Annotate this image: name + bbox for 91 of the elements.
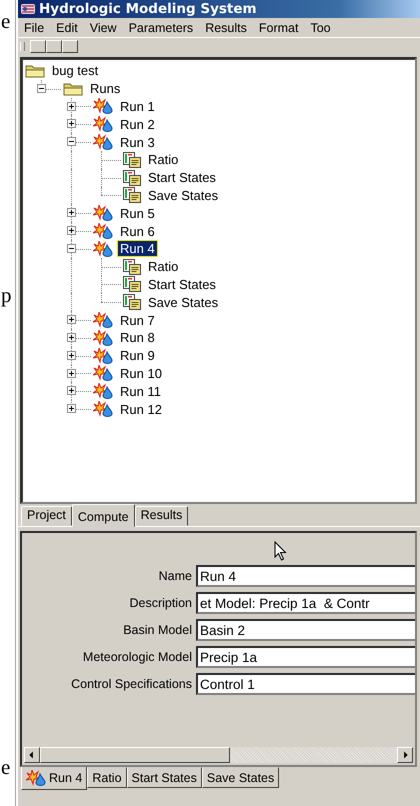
text-field[interactable]: Run 4: [196, 565, 415, 587]
text-field[interactable]: Control 1: [196, 673, 415, 695]
text-field[interactable]: et Model: Precip 1a & Contr: [196, 592, 415, 614]
horizontal-scrollbar[interactable]: [24, 747, 413, 763]
field-label: Basin Model: [122, 622, 192, 639]
burst-and-drop-icon: [93, 205, 113, 222]
tree-item[interactable]: Start States: [145, 169, 219, 186]
menu-item[interactable]: Format: [252, 20, 304, 34]
burst-and-drop-icon: [93, 116, 113, 132]
tree-item[interactable]: Run 3: [117, 134, 158, 151]
tree-item[interactable]: Run 6: [117, 222, 158, 240]
tab[interactable]: Results: [134, 506, 188, 526]
document-icon: [123, 152, 141, 168]
scrollbar-thumb[interactable]: [40, 747, 230, 763]
tab[interactable]: Ratio: [87, 767, 127, 788]
tab[interactable]: Save States: [202, 767, 280, 788]
document-icon: [123, 187, 141, 204]
burst-and-drop-icon: [93, 383, 113, 400]
expand-toggle[interactable]: [67, 226, 76, 236]
menu-item[interactable]: Parameters: [122, 20, 200, 34]
tree-item[interactable]: Save States: [145, 186, 222, 204]
tree-item[interactable]: Run 7: [117, 312, 158, 329]
expand-toggle[interactable]: [67, 350, 76, 360]
app-icon: [20, 2, 36, 16]
menu-item[interactable]: File: [18, 20, 50, 34]
menu-item[interactable]: Results: [199, 20, 253, 34]
tree-item[interactable]: Runs: [87, 80, 124, 98]
expand-toggle[interactable]: [67, 368, 76, 378]
folder-icon: [25, 64, 45, 78]
window-title: Hydrologic Modeling System: [39, 1, 257, 17]
menu-item[interactable]: Edit: [50, 20, 84, 34]
tree-item[interactable]: Run 9: [117, 347, 158, 364]
document-icon: [123, 276, 141, 292]
tree-item[interactable]: Run 2: [117, 116, 158, 133]
tree-item[interactable]: Run 12: [117, 400, 165, 418]
document-icon: [123, 170, 141, 186]
tree-item[interactable]: Run 11: [117, 382, 164, 400]
burst-and-drop-icon: [93, 401, 113, 418]
burst-and-drop-icon: [93, 98, 113, 114]
document-text-fragment: e: [1, 754, 10, 780]
field-label: Control Specifications: [70, 676, 192, 693]
toolbar-button[interactable]: [62, 40, 78, 53]
toolbar-button[interactable]: [46, 40, 62, 53]
expand-toggle[interactable]: [67, 315, 76, 324]
document-text-fragment: p: [1, 282, 12, 308]
toolbar-button[interactable]: [30, 40, 46, 53]
expand-toggle[interactable]: [67, 119, 76, 128]
document-text-fragment: e: [1, 8, 10, 34]
collapse-toggle[interactable]: [67, 137, 76, 146]
tab[interactable]: Run 4: [21, 766, 88, 790]
tree-item[interactable]: Ratio: [145, 258, 182, 276]
burst-and-drop-icon: [93, 134, 113, 150]
tree-item[interactable]: Start States: [145, 276, 219, 293]
menu-item[interactable]: View: [84, 20, 123, 34]
folder-icon: [63, 82, 83, 96]
document-icon: [123, 294, 141, 310]
tree-item[interactable]: Run 5: [117, 204, 158, 222]
tree-item[interactable]: Save States: [145, 294, 222, 311]
tree-item[interactable]: Run 4: [117, 240, 158, 258]
scroll-left-button[interactable]: [24, 747, 40, 763]
field-label: Name: [158, 568, 192, 585]
expand-toggle[interactable]: [67, 208, 76, 218]
menu-item[interactable]: Too: [304, 20, 337, 34]
expand-toggle[interactable]: [67, 102, 76, 111]
burst-and-drop-icon: [26, 770, 46, 786]
expand-toggle[interactable]: [67, 404, 76, 414]
burst-and-drop-icon: [93, 240, 113, 257]
burst-and-drop-icon: [93, 330, 113, 346]
collapse-toggle[interactable]: [37, 84, 46, 93]
tree-item[interactable]: Run 8: [117, 329, 158, 346]
scroll-right-button[interactable]: [397, 747, 413, 763]
tab[interactable]: Start States: [126, 767, 202, 788]
tab[interactable]: Compute: [72, 504, 135, 527]
tree-item[interactable]: Run 1: [117, 98, 158, 115]
field-label: Description: [128, 595, 192, 612]
burst-and-drop-icon: [93, 348, 113, 364]
tree-item[interactable]: Ratio: [145, 151, 182, 168]
toolbar-grip[interactable]: [20, 42, 25, 51]
collapse-toggle[interactable]: [67, 244, 76, 253]
text-field[interactable]: Basin 2: [196, 619, 415, 641]
mouse-pointer-icon: [274, 541, 287, 561]
text-field[interactable]: Precip 1a: [196, 646, 415, 668]
expand-toggle[interactable]: [67, 332, 76, 342]
expand-toggle[interactable]: [67, 386, 76, 396]
field-label: Meteorologic Model: [82, 649, 192, 666]
tree-item[interactable]: Run 10: [117, 364, 165, 382]
tree-item[interactable]: bug test: [49, 62, 102, 80]
burst-and-drop-icon: [93, 223, 113, 240]
burst-and-drop-icon: [93, 365, 113, 382]
document-icon: [123, 258, 141, 275]
burst-and-drop-icon: [93, 312, 113, 328]
